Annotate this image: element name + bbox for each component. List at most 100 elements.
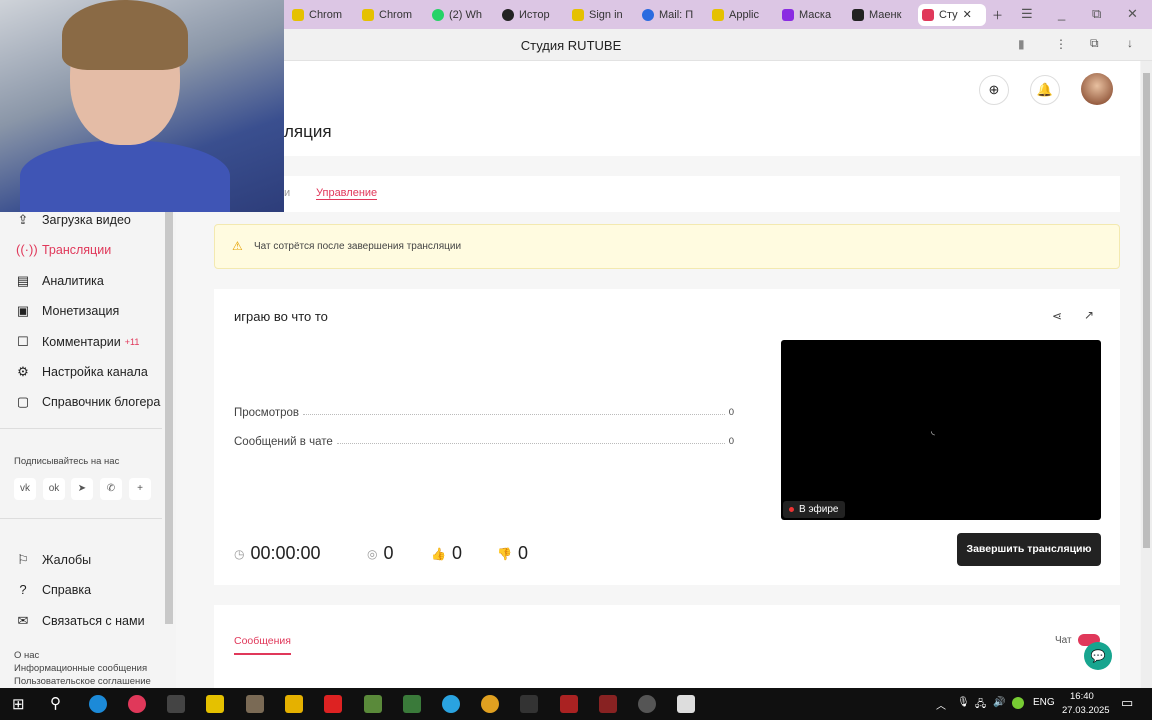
sidebar-item-label: Связаться с нами xyxy=(42,614,145,628)
restore-icon[interactable]: ⧉ xyxy=(1092,6,1101,22)
volume-icon[interactable]: 🔊 xyxy=(993,697,1005,708)
more-icon[interactable]: ⋮ xyxy=(1055,37,1067,51)
viewers-value: 0 xyxy=(383,543,394,563)
folder-icon[interactable] xyxy=(285,695,303,713)
likes: 👍 0 xyxy=(431,543,462,564)
sidebar-item-analytics[interactable]: ▤ Аналитика xyxy=(16,273,104,289)
microphone-icon[interactable]: 🎙 xyxy=(957,697,970,708)
browser-tab-active[interactable]: Сту ✕ xyxy=(918,3,986,26)
minimize-icon[interactable]: _ xyxy=(1058,6,1065,21)
chat-toggle-label: Чат xyxy=(1055,635,1072,646)
avatar[interactable] xyxy=(1081,73,1113,105)
telegram-app-icon[interactable] xyxy=(442,695,460,713)
language-indicator[interactable]: ENG xyxy=(1033,697,1055,708)
vk-icon[interactable]: vk xyxy=(14,478,36,500)
app-icon[interactable] xyxy=(520,695,538,713)
browser-tab[interactable]: Mail: П xyxy=(638,4,706,26)
dislikes: 👎 0 xyxy=(497,543,528,564)
app-icon[interactable] xyxy=(677,695,695,713)
footer-link[interactable]: О нас xyxy=(14,650,39,661)
tab-messages[interactable]: Сообщения xyxy=(234,635,291,655)
sidebar-item-guide[interactable]: ▢ Справочник блогера xyxy=(16,394,161,410)
yandex-browser-icon[interactable] xyxy=(128,695,146,713)
add-content-icon[interactable]: ⊕ xyxy=(979,75,1009,105)
thumbs-down-icon: 👎 xyxy=(497,546,512,561)
page-scrollbar[interactable] xyxy=(1141,61,1152,688)
sidebar-item-settings[interactable]: ⚙ Настройка канала xyxy=(16,364,148,380)
notifications-icon[interactable]: ▭ xyxy=(1121,695,1133,711)
bookmark-icon[interactable]: ▮ xyxy=(1018,37,1025,51)
tab-label: Маенк xyxy=(869,8,902,21)
tab-label: Applic xyxy=(729,8,759,21)
bell-icon[interactable]: 🔔 xyxy=(1030,75,1060,105)
browser-tab[interactable]: (2) Wh xyxy=(428,4,496,26)
share-icon[interactable]: ⋖ xyxy=(1052,309,1062,323)
footer-link[interactable]: Пользовательское соглашение xyxy=(14,676,151,687)
sidebar-item-streams[interactable]: ((·)) Трансляции xyxy=(16,242,111,257)
sidebar-item-complaints[interactable]: ⚐ Жалобы xyxy=(16,552,91,568)
webcam-overlay xyxy=(0,0,284,212)
browser-tab[interactable]: Sign in xyxy=(568,4,636,26)
comments-badge: +11 xyxy=(124,337,140,347)
obs-icon[interactable] xyxy=(638,695,656,713)
browser-tab[interactable]: Chrom xyxy=(288,4,356,26)
sidebar-item-label: Монетизация xyxy=(42,304,120,318)
close-icon[interactable]: ✕ xyxy=(963,8,972,21)
clock-time[interactable]: 16:40 xyxy=(1070,691,1094,702)
app-icon[interactable] xyxy=(364,695,382,713)
app-icon[interactable] xyxy=(167,695,185,713)
sidebar-item-comments[interactable]: ☐ Комментарии +11 xyxy=(16,334,139,350)
external-link-icon[interactable]: ↗ xyxy=(1084,308,1094,322)
sidebar-item-label: Справка xyxy=(42,582,92,597)
tray-chevron-icon[interactable]: ︿ xyxy=(936,697,946,712)
clock-icon: ◷ xyxy=(234,546,245,561)
app-icon[interactable] xyxy=(206,695,224,713)
tray-app-icon[interactable] xyxy=(1012,697,1024,709)
stream-preview[interactable]: ◟ В эфире xyxy=(781,340,1101,520)
sidebar-item-monetization[interactable]: ▣ Монетизация xyxy=(16,303,119,319)
stream-title: играю во что то xyxy=(234,309,328,324)
footer-link[interactable]: Информационные сообщения xyxy=(14,663,147,674)
browser-tab[interactable]: Applic xyxy=(708,4,776,26)
new-tab-button[interactable]: ＋ xyxy=(988,4,1008,26)
tab-management[interactable]: Управление xyxy=(316,187,378,200)
live-label: В эфире xyxy=(799,504,839,515)
viber-icon[interactable]: ✆ xyxy=(100,478,122,500)
ok-icon[interactable]: ok xyxy=(43,478,65,500)
studio-header xyxy=(284,61,1140,156)
clock-date[interactable]: 27.03.2025 xyxy=(1062,705,1110,716)
search-icon[interactable]: ⚲ xyxy=(50,694,61,712)
browser-tab[interactable]: Маска xyxy=(778,4,846,26)
end-stream-button[interactable]: Завершить трансляцию xyxy=(957,533,1101,566)
live-badge: В эфире xyxy=(783,501,845,518)
close-window-icon[interactable]: ✕ xyxy=(1127,6,1138,22)
network-icon[interactable]: 🖧 xyxy=(975,697,986,714)
app-icon[interactable] xyxy=(599,695,617,713)
tab-previous[interactable]: и xyxy=(284,187,290,199)
edge-icon[interactable] xyxy=(89,695,107,713)
more-social-icon[interactable]: + xyxy=(129,478,151,500)
windows-start-icon[interactable]: ⊞ xyxy=(12,695,25,713)
viewers: ◎ 0 xyxy=(367,543,394,564)
sidebar-item-upload[interactable]: ⇪ Загрузка видео xyxy=(16,212,131,228)
browser-tab[interactable]: Истор xyxy=(498,4,566,26)
dislikes-value: 0 xyxy=(517,543,528,563)
tab-label: (2) Wh xyxy=(449,8,482,21)
support-chat-icon[interactable]: 💬 xyxy=(1084,642,1112,670)
app-icon[interactable] xyxy=(246,695,264,713)
sidebar-scrollbar[interactable] xyxy=(165,212,173,624)
tab-label: Chrom xyxy=(379,8,413,21)
download-icon[interactable]: ↓ xyxy=(1127,36,1133,50)
sidebar-item-contact[interactable]: ✉ Связаться с нами xyxy=(16,613,145,629)
tab-menu-icon[interactable]: ☰ xyxy=(1021,6,1033,22)
warning-banner: ⚠ Чат сотрётся после завершения трансляц… xyxy=(214,224,1120,269)
yandex-icon[interactable] xyxy=(324,695,342,713)
extensions-icon[interactable]: ⧉ xyxy=(1090,36,1099,51)
telegram-icon[interactable]: ➤ xyxy=(71,478,93,500)
app-icon[interactable] xyxy=(560,695,578,713)
app-icon[interactable] xyxy=(403,695,421,713)
browser-tab[interactable]: Chrom xyxy=(358,4,426,26)
browser-tab[interactable]: Маенк xyxy=(848,4,916,26)
chrome-icon[interactable] xyxy=(481,695,499,713)
sidebar-item-help[interactable]: ? Справка xyxy=(16,582,91,597)
